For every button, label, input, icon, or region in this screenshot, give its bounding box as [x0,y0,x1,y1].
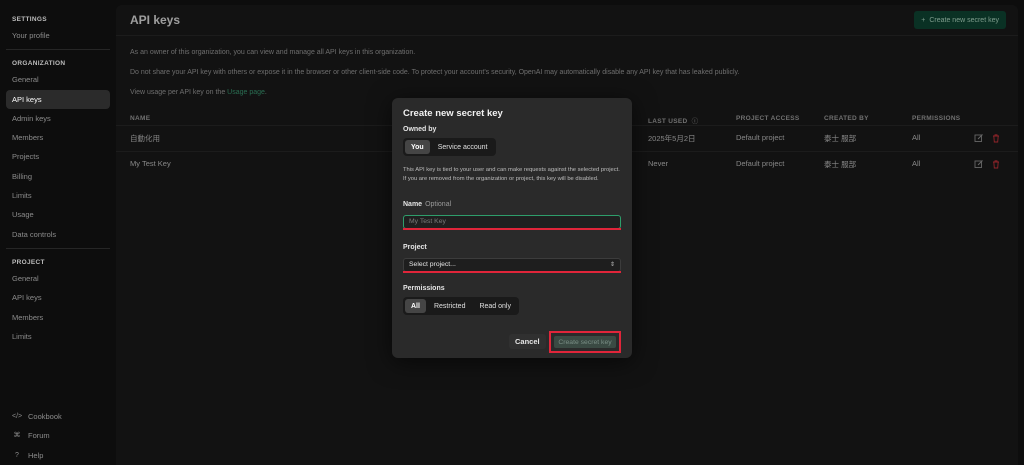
permissions-toggle: All Restricted Read only [403,297,519,315]
sidebar-item-project-members[interactable]: Members [6,308,110,327]
name-label: Name Optional [403,201,451,208]
project-label: Project [403,244,427,251]
sidebar-footer: </> Cookbook ⌘ Forum ? Help [6,407,116,465]
create-secret-key-button[interactable]: Create secret key [554,336,616,348]
owner-option-you[interactable]: You [405,140,430,154]
sidebar-item-projects[interactable]: Projects [6,147,110,166]
name-optional-hint: Optional [425,201,452,208]
annotation-underline [403,228,621,230]
project-select[interactable]: Select project... ⇕ [403,258,621,272]
sidebar-item-help[interactable]: ? Help [6,446,116,465]
owner-option-service-account[interactable]: Service account [432,140,494,154]
sidebar-divider [6,247,110,249]
sidebar-item-data-controls[interactable]: Data controls [6,225,110,244]
owner-help-text: This API key is tied to your user and ca… [403,167,620,182]
sidebar-section-settings: SETTINGS [12,16,47,23]
sidebar-item-project-general[interactable]: General [6,269,110,288]
sidebar-item-label: Cookbook [28,411,62,421]
sidebar-item-your-profile[interactable]: Your profile [6,26,110,45]
sidebar-item-usage[interactable]: Usage [6,205,110,224]
sidebar-item-cookbook[interactable]: </> Cookbook [6,407,116,427]
owned-by-label: Owned by [403,126,437,133]
permission-option-all[interactable]: All [405,299,426,313]
sidebar-item-project-api-keys[interactable]: API keys [6,288,110,307]
sidebar-item-org-members[interactable]: Members [6,128,110,147]
name-input[interactable]: My Test Key [403,215,621,229]
sidebar-item-org-api-keys[interactable]: API keys [6,89,110,109]
help-icon: ? [15,451,19,459]
sidebar-item-billing[interactable]: Billing [6,167,110,186]
sidebar-item-label: Forum [28,431,50,441]
cancel-button[interactable]: Cancel [509,334,546,349]
permission-option-read-only[interactable]: Read only [473,299,517,313]
code-icon: </> [12,412,23,420]
sidebar-item-admin-keys[interactable]: Admin keys [6,109,110,128]
sidebar-item-label: Help [28,450,44,460]
owner-toggle: You Service account [403,138,496,156]
name-label-text: Name [403,201,423,208]
dialog-title: Create new secret key [403,108,503,119]
sidebar-section-project: PROJECT [12,258,45,266]
annotation-highlight-box: Create secret key [549,331,621,353]
project-select-value: Select project... [409,261,456,268]
permissions-label: Permissions [403,285,445,292]
sidebar-item-org-general[interactable]: General [6,70,110,89]
sidebar-item-forum[interactable]: ⌘ Forum [6,426,116,446]
permission-option-restricted[interactable]: Restricted [428,299,472,313]
sidebar-item-project-limits[interactable]: Limits [6,327,110,346]
sidebar-divider [6,49,110,51]
annotation-underline [403,271,621,273]
chevron-updown-icon: ⇕ [609,262,615,268]
sidebar-section-organization: ORGANIZATION [12,60,66,68]
forum-icon: ⌘ [13,432,21,440]
sidebar-item-org-limits[interactable]: Limits [6,186,110,205]
create-secret-key-dialog: Create new secret key Owned by You Servi… [392,98,632,358]
sidebar: SETTINGS Your profile ORGANIZATION Gener… [0,0,116,465]
